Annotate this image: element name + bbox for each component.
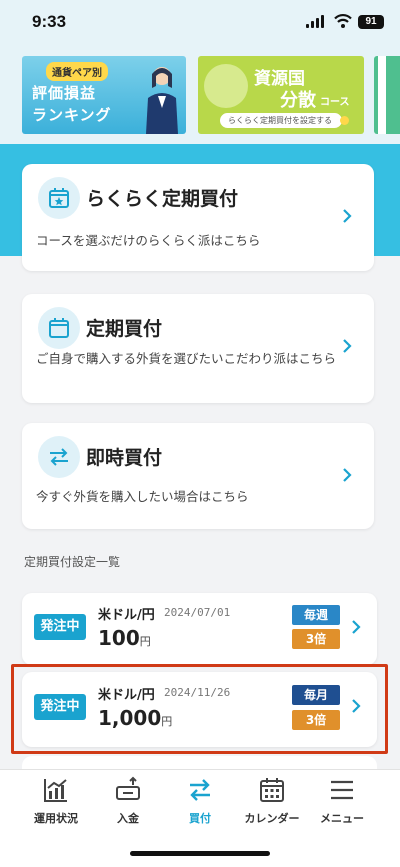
home-indicator[interactable] [130, 851, 270, 856]
tab-portfolio[interactable]: 運用状況 [16, 770, 96, 830]
tab-label: 買付 [189, 812, 211, 825]
order-amount: 100円 [98, 626, 151, 650]
menu-icon [331, 780, 353, 800]
amount-value: 100 [98, 626, 140, 650]
tab-calendar[interactable]: カレンダー [232, 770, 312, 830]
exchange-icon [190, 779, 210, 801]
card-title: 即時買付 [86, 447, 163, 469]
arrow-circle-icon [340, 116, 349, 125]
chart-icon [44, 779, 67, 802]
status-bar: 9:33 91 [0, 0, 400, 44]
promo-carousel[interactable]: 通貨ペア別 評価損益 ランキング 資源国 分散 コース らくらく定期買付を設定す… [0, 44, 400, 144]
battery-icon: 91 [358, 15, 384, 29]
tab-menu[interactable]: メニュー [302, 770, 382, 830]
card-description: コースを選ぶだけのらくらく派はこちら [36, 233, 261, 248]
order-row[interactable]: 発注中 米ドル/円 2024/07/01 100円 毎週 3倍 [22, 593, 377, 665]
periodic-purchase-card[interactable]: 定期買付 ご自身で購入する外貨を選びたいこだわり派はこちら [22, 294, 374, 403]
tab-purchase[interactable]: 買付 [160, 770, 240, 830]
instant-purchase-card[interactable]: 即時買付 今すぐ外貨を購入したい場合はこちら [22, 423, 374, 529]
card-description: 今すぐ外貨を購入したい場合はこちら [36, 489, 249, 504]
multiplier-badge: 3倍 [292, 629, 340, 649]
frequency-badge: 毎週 [292, 605, 340, 625]
chevron-right-icon [343, 468, 352, 482]
highlight-frame [11, 664, 388, 754]
calendar-star-icon [38, 177, 80, 219]
card-title: 定期買付 [86, 318, 163, 340]
card-description: ご自身で購入する外貨を選びたいこだわり派はこちら [36, 351, 337, 366]
next-banner-peek[interactable] [374, 56, 400, 134]
calendar-icon [260, 778, 284, 802]
tab-label: 運用状況 [34, 812, 78, 825]
card-title: らくらく定期買付 [86, 188, 239, 210]
ranking-banner[interactable]: 通貨ペア別 評価損益 ランキング [22, 56, 186, 134]
banner-tag: 通貨ペア別 [46, 62, 108, 81]
wifi-icon [334, 14, 352, 28]
chevron-right-icon [352, 620, 361, 634]
exchange-arrows-icon [38, 436, 80, 478]
banner-suffix: コース [320, 97, 350, 108]
status-time: 9:33 [32, 12, 67, 31]
tab-deposit[interactable]: 入金 [88, 770, 168, 830]
order-row-peek[interactable] [22, 756, 377, 770]
chevron-right-icon [343, 209, 352, 223]
diversify-banner[interactable]: 資源国 分散 コース らくらく定期買付を設定する [198, 56, 364, 134]
banner-title-line1: 評価損益 [32, 84, 97, 102]
order-date: 2024/07/01 [164, 606, 231, 619]
signal-icon [306, 15, 326, 28]
section-heading: 定期買付設定一覧 [24, 555, 121, 569]
banner-big-text: 分散 [280, 90, 316, 111]
tab-label: カレンダー [244, 812, 300, 825]
status-badge: 発注中 [34, 614, 86, 640]
easy-periodic-purchase-card[interactable]: らくらく定期買付 コースを選ぶだけのらくらく派はこちら [22, 164, 374, 271]
tab-label: メニュー [320, 812, 364, 825]
amount-unit: 円 [139, 635, 151, 648]
globe-icon [204, 64, 248, 108]
banner-title-line2: ランキング [32, 106, 112, 124]
chevron-right-icon [343, 339, 352, 353]
deposit-icon [116, 776, 140, 800]
banner-cta-button[interactable]: らくらく定期買付を設定する [220, 113, 342, 128]
calendar-icon [38, 307, 80, 349]
tab-label: 入金 [117, 812, 139, 825]
person-illustration [146, 67, 178, 134]
currency-pair: 米ドル/円 [98, 608, 155, 623]
